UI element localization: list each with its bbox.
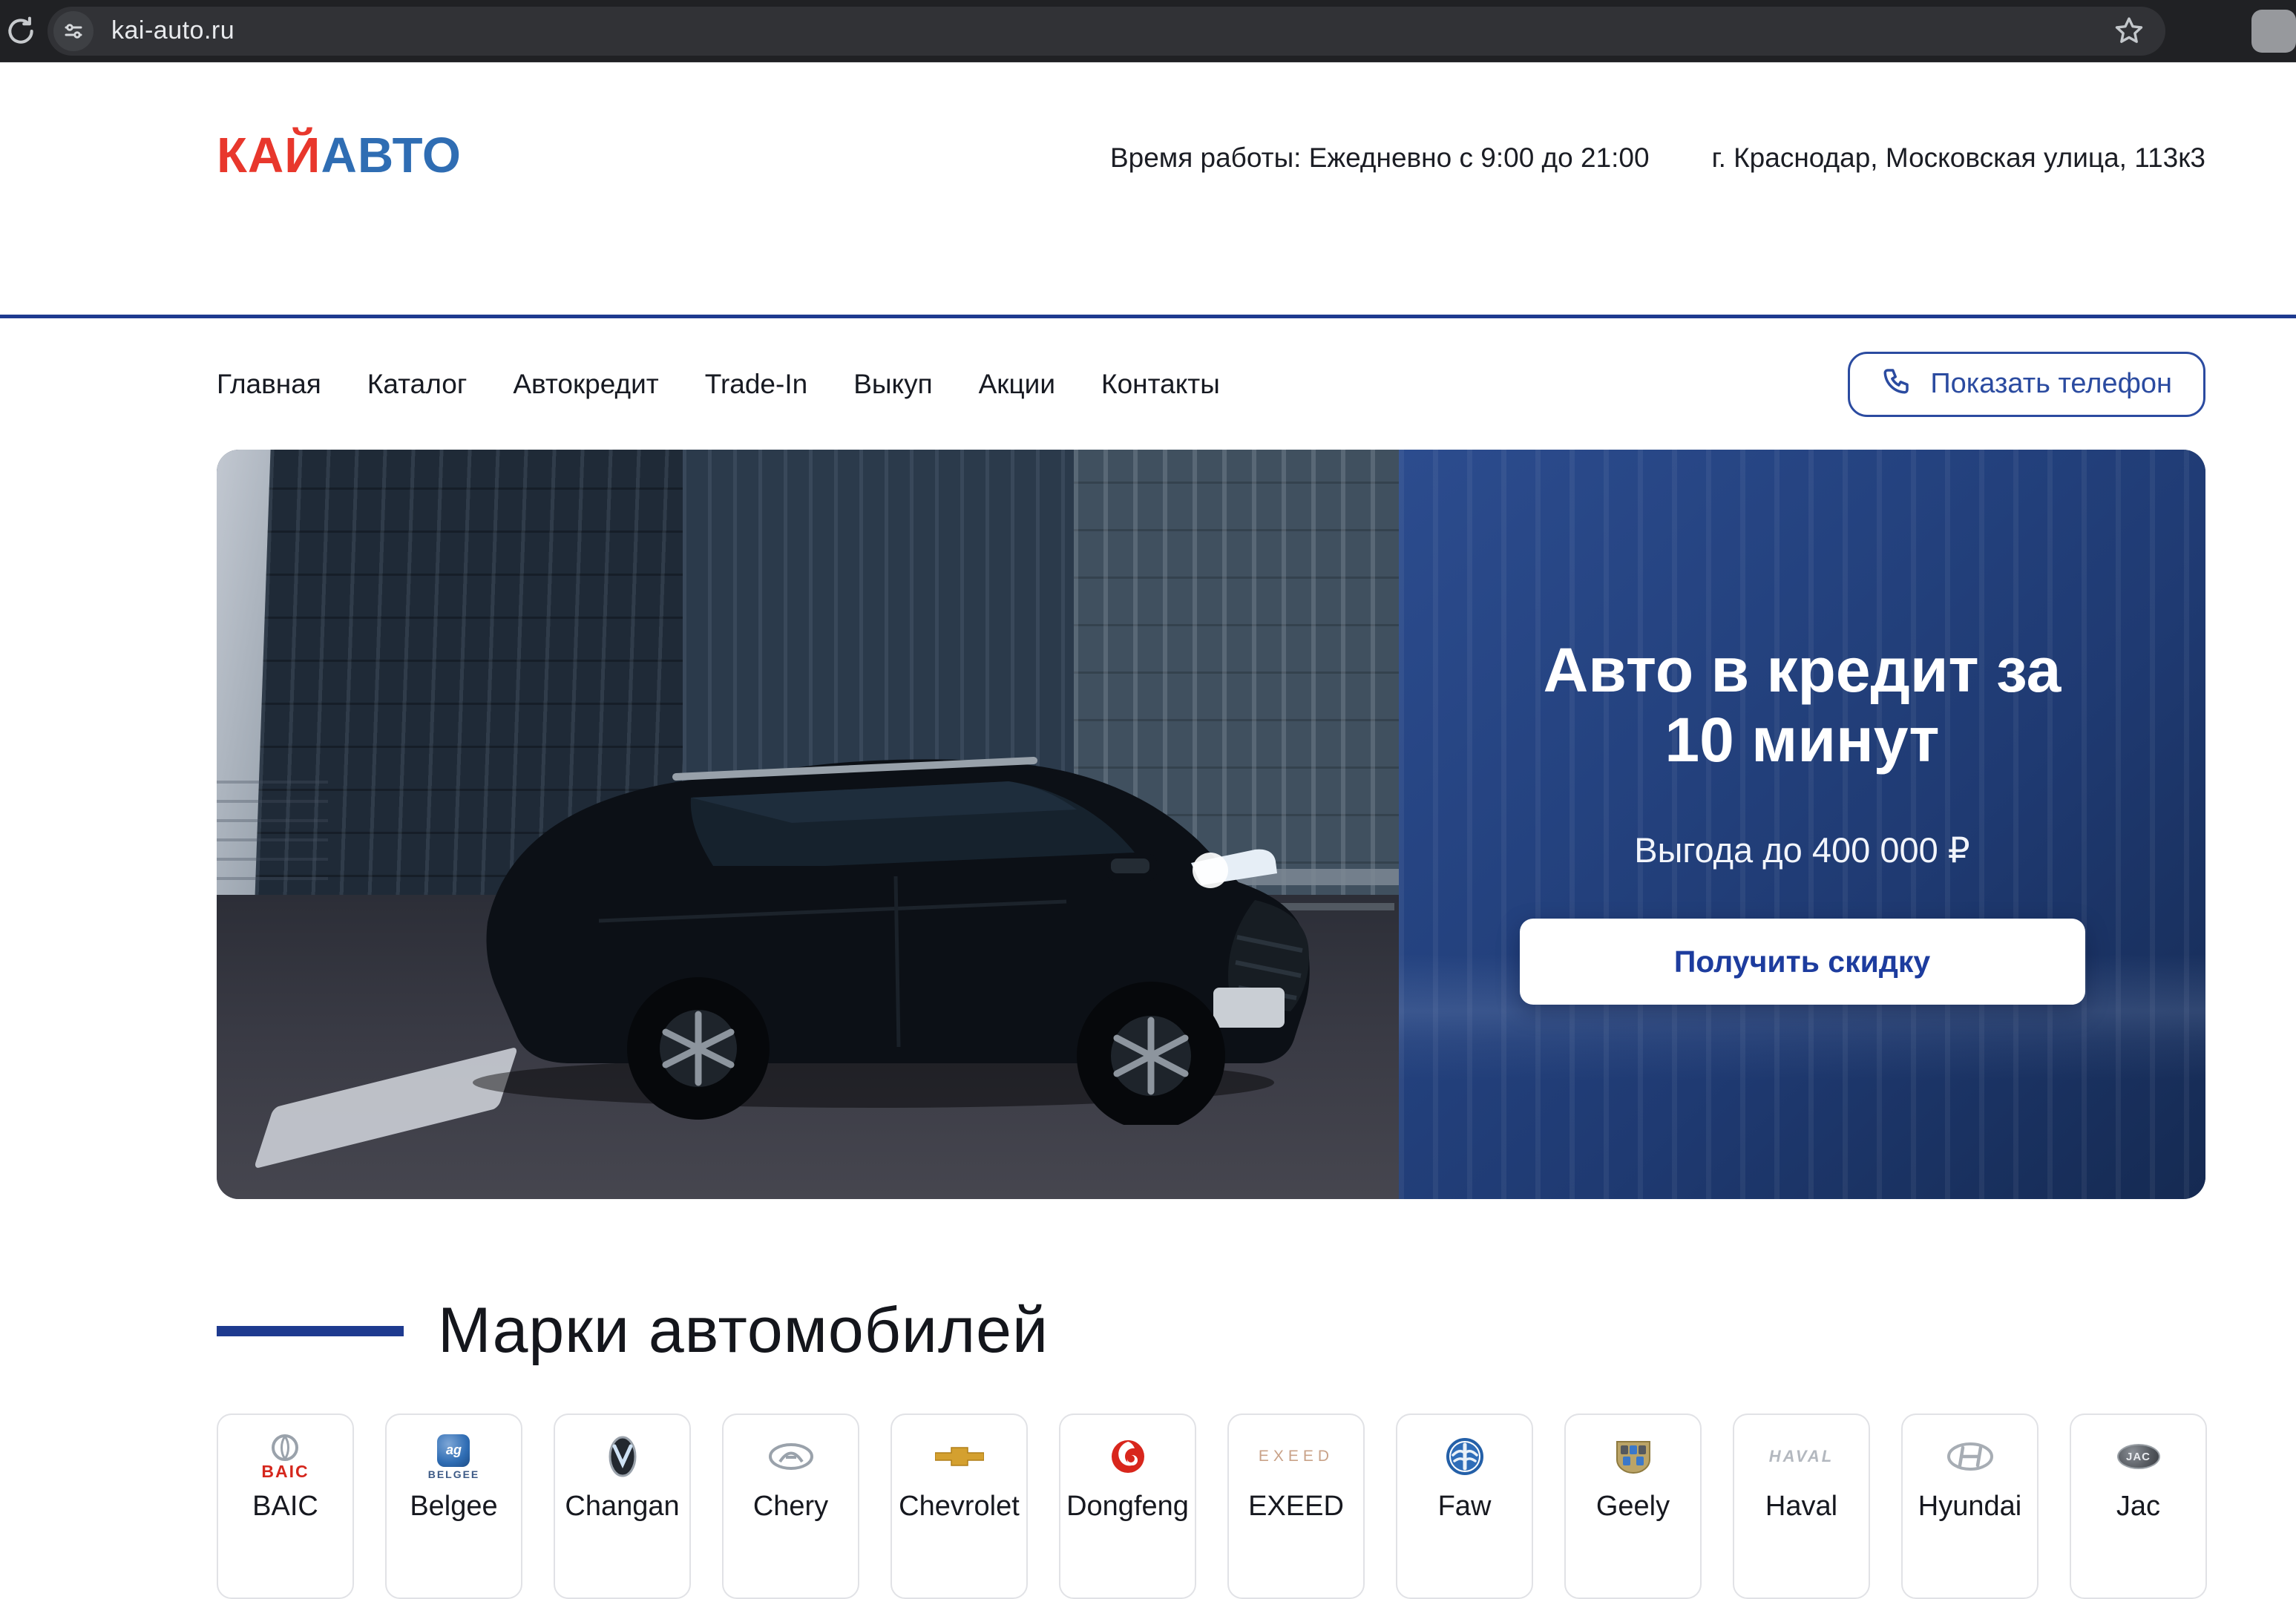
logo-part-blue: АВТО (321, 128, 462, 183)
baic-logo-text: BAIC (261, 1463, 309, 1480)
hero-title: Авто в кредит за 10 минут (1544, 635, 2062, 775)
belgee-logo-text: BELGEE (428, 1469, 480, 1480)
jac-logo-icon: JAC (2117, 1428, 2160, 1485)
hero-photo (217, 450, 1399, 1199)
brand-card-hyundai[interactable]: Hyundai (1901, 1414, 2038, 1599)
chevrolet-logo-icon (935, 1428, 984, 1485)
show-phone-label: Показать телефон (1930, 368, 2172, 400)
reload-icon[interactable] (1, 12, 40, 50)
brand-card-chevrolet[interactable]: Chevrolet (890, 1414, 1028, 1599)
brand-card-baic[interactable]: BAIC BAIC (217, 1414, 354, 1599)
hero-title-line1: Авто в кредит за (1544, 635, 2062, 705)
brand-cards-row: BAIC BAIC ag BELGEE Belgee Changan Chery (217, 1414, 2205, 1599)
site-header: КАЙАВТО Время работы: Ежедневно с 9:00 д… (0, 62, 2296, 315)
brand-name: Chevrolet (899, 1491, 1020, 1523)
address-bar[interactable]: kai-auto.ru (47, 7, 2165, 56)
brand-card-belgee[interactable]: ag BELGEE Belgee (385, 1414, 522, 1599)
brand-name: Chery (753, 1491, 828, 1523)
site-logo[interactable]: КАЙАВТО (217, 131, 462, 180)
nav-item-buyout[interactable]: Выкуп (853, 369, 932, 400)
address: г. Краснодар, Московская улица, 113к3 (1712, 142, 2205, 174)
brand-card-changan[interactable]: Changan (554, 1414, 691, 1599)
hero-banner: Авто в кредит за 10 минут Выгода до 400 … (217, 450, 2205, 1199)
brand-card-faw[interactable]: Faw (1396, 1414, 1533, 1599)
brand-name: Belgee (410, 1491, 497, 1523)
brands-section-header: Марки автомобилей (217, 1294, 2296, 1367)
brand-name: Haval (1765, 1491, 1837, 1523)
brand-card-exeed[interactable]: EXEED EXEED (1227, 1414, 1365, 1599)
hero-subtitle: Выгода до 400 000 ₽ (1634, 830, 1969, 871)
hero-credit-panel: Авто в кредит за 10 минут Выгода до 400 … (1399, 450, 2205, 1199)
dongfeng-logo-icon (1109, 1428, 1147, 1485)
brand-card-geely[interactable]: Geely (1564, 1414, 1702, 1599)
section-dash (217, 1326, 404, 1336)
jac-logo-text: JAC (2126, 1451, 2151, 1463)
nav-item-promos[interactable]: Акции (979, 369, 1055, 400)
browser-toolbar-icon[interactable] (2251, 10, 2296, 53)
nav-item-trade-in[interactable]: Trade-In (705, 369, 807, 400)
exeed-logo-text: EXEED (1259, 1448, 1334, 1465)
baic-logo-icon: BAIC (261, 1428, 309, 1485)
brand-name: Geely (1596, 1491, 1670, 1523)
working-hours: Время работы: Ежедневно с 9:00 до 21:00 (1110, 142, 1650, 174)
brand-card-haval[interactable]: HAVAL Haval (1733, 1414, 1870, 1599)
brand-name: BAIC (252, 1491, 318, 1523)
chery-logo-icon (768, 1428, 814, 1485)
brand-name: EXEED (1248, 1491, 1344, 1523)
nav-item-autocredit[interactable]: Автокредит (513, 369, 658, 400)
bookmark-star-icon[interactable] (2112, 14, 2146, 48)
phone-icon (1881, 365, 1912, 404)
nav-row: Главная Каталог Автокредит Trade-In Выку… (0, 318, 2296, 450)
brand-name: Dongfeng (1066, 1491, 1189, 1523)
exeed-logo-icon: EXEED (1259, 1428, 1334, 1485)
url-text[interactable]: kai-auto.ru (111, 16, 234, 45)
brand-name: Faw (1438, 1491, 1492, 1523)
brand-card-jac[interactable]: JAC Jac (2070, 1414, 2207, 1599)
brand-name: Hyundai (1918, 1491, 2021, 1523)
faw-logo-icon (1446, 1428, 1484, 1485)
brands-section-title: Марки автомобилей (438, 1294, 1049, 1367)
get-discount-button[interactable]: Получить скидку (1520, 919, 2085, 1005)
brand-name: Changan (565, 1491, 679, 1523)
suv-car-image (376, 602, 1378, 1125)
hero-title-line2: 10 минут (1544, 705, 2062, 775)
changan-logo-icon (608, 1428, 637, 1485)
haval-logo-icon: HAVAL (1769, 1428, 1834, 1485)
browser-toolbar: kai-auto.ru (0, 0, 2296, 62)
haval-logo-text: HAVAL (1769, 1447, 1834, 1466)
brand-name: Jac (2116, 1491, 2160, 1523)
nav-item-catalog[interactable]: Каталог (367, 369, 468, 400)
header-info: Время работы: Ежедневно с 9:00 до 21:00 … (1110, 131, 2205, 174)
nav-item-contacts[interactable]: Контакты (1101, 369, 1220, 400)
show-phone-button[interactable]: Показать телефон (1848, 352, 2205, 417)
brand-card-chery[interactable]: Chery (722, 1414, 859, 1599)
belgee-logo-icon: ag BELGEE (428, 1428, 480, 1485)
brand-card-dongfeng[interactable]: Dongfeng (1059, 1414, 1196, 1599)
main-nav: Главная Каталог Автокредит Trade-In Выку… (217, 369, 1220, 400)
site-settings-icon[interactable] (53, 11, 94, 51)
hyundai-logo-icon (1946, 1428, 1994, 1485)
geely-logo-icon (1614, 1428, 1653, 1485)
logo-part-red: КАЙ (217, 128, 321, 183)
nav-item-home[interactable]: Главная (217, 369, 321, 400)
belgee-monogram: ag (446, 1442, 462, 1458)
